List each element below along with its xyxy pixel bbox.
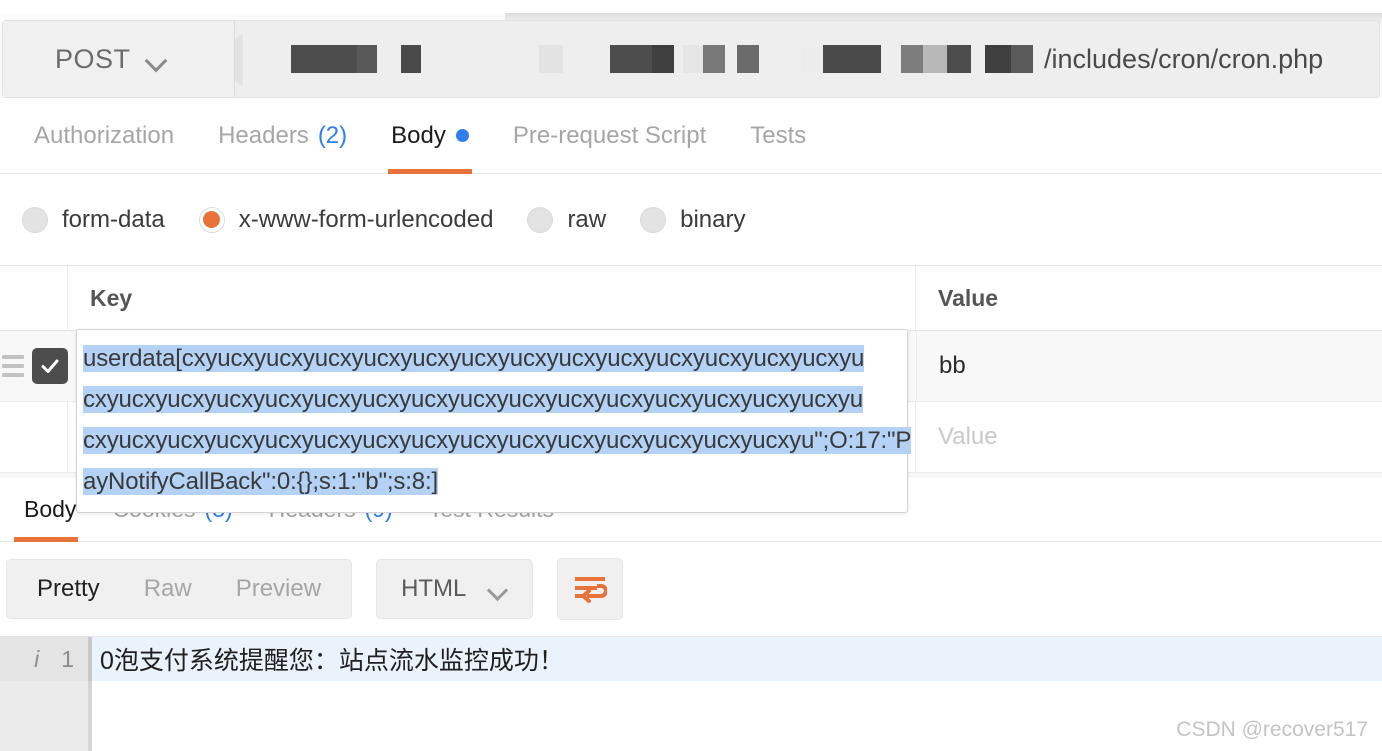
tab-body[interactable]: Body [369,98,491,174]
radio-form-data-label: form-data [62,205,165,233]
key-editor-line-1-text: userdata[cxyucxyucxyucxyucxyucxyucxyucxy… [83,345,865,372]
word-wrap-icon [575,577,608,603]
row-controls [0,331,68,401]
url-redacted-block [652,45,674,73]
url-redacted-block [947,45,971,73]
row-controls-empty [0,402,68,472]
request-url-bar: POST /includes/cron/cron.php [0,13,1382,98]
radio-raw[interactable]: raw [527,206,606,234]
tab-headers-label: Headers [218,121,309,149]
url-redacted-block [985,45,1011,73]
url-bar-container: POST /includes/cron/cron.php [2,20,1380,98]
code-gutter: i 1 [0,637,88,751]
body-mode-radio-group: form-data x-www-form-urlencoded raw bina… [0,174,1382,266]
drag-handle-icon[interactable] [2,355,24,377]
tab-pre-request-script-label: Pre-request Script [512,121,707,149]
key-editor-line-1: userdata[cxyucxyucxyucxyucxyucxyucxyucxy… [83,338,901,379]
tab-body-label: Body [391,121,446,149]
key-editor-line-2-text: cxyucxyucxyucxyucxyucxyucxyucxyucxyucxyu… [83,386,863,413]
body-modified-dot-icon [455,129,469,142]
url-redacted-block [823,45,881,73]
info-icon: i [34,645,40,672]
key-text-editor[interactable]: userdata[cxyucxyucxyucxyucxyucxyucxyucxy… [76,329,911,513]
view-raw-button[interactable]: Raw [122,560,214,618]
row-value-cell[interactable]: bb [916,331,1382,401]
response-body-viewer: i 1 0泡支付系统提醒您：站点流水监控成功！ [0,636,1382,751]
table-header-row: Key Value [0,266,1382,331]
tab-tests-label: Tests [750,121,807,149]
url-redacted-block [291,45,357,73]
http-method-selector[interactable]: POST [3,21,235,97]
response-view-switcher: Pretty Raw Preview [6,559,353,619]
url-redacted-block [357,45,377,73]
table-header-gutter [0,266,68,330]
url-redacted-block [1011,45,1033,73]
radio-x-www-form-urlencoded-label: x-www-form-urlencoded [238,205,494,233]
key-editor-line-3-text: cxyucxyucxyucxyucxyucxyucxyucxyucxyucxyu… [83,427,912,454]
url-field-cap [235,35,243,85]
view-pretty-button[interactable]: Pretty [15,560,122,618]
tab-pre-request-script[interactable]: Pre-request Script [491,98,728,174]
checkmark-icon [41,359,59,373]
response-tab-body-label: Body [24,496,77,522]
key-editor-line-3: cxyucxyucxyucxyucxyucxyucxyucxyucxyucxyu… [83,420,911,461]
radio-binary[interactable]: binary [640,206,745,234]
chevron-down-icon [147,53,169,66]
url-redacted-block [801,45,823,73]
url-redacted-block [683,45,703,73]
response-body-line: 0泡支付系统提醒您：站点流水监控成功！ [88,637,1382,681]
line-number: 1 [61,645,74,672]
column-header-value: Value [938,284,999,311]
url-redacted-block [737,45,759,73]
row-value-cell-empty[interactable]: Value [916,402,1382,472]
tab-authorization[interactable]: Authorization [12,98,196,174]
url-redacted-block [539,45,563,73]
url-redacted-block [610,45,652,73]
request-tabs: Authorization Headers (2) Body Pre-reque… [0,98,1382,174]
view-preview-button[interactable]: Preview [214,560,343,618]
radio-raw-label: raw [567,205,607,233]
radio-form-data[interactable]: form-data [22,206,165,234]
code-gutter-row: i 1 [0,637,88,681]
url-redacted-block [401,45,421,73]
response-format-label: HTML [401,575,467,602]
row-enabled-checkbox[interactable] [32,348,68,384]
radio-binary-label: binary [680,205,746,233]
radio-x-www-form-urlencoded-dot-icon [198,206,225,233]
url-redacted-host [263,45,1038,73]
url-input[interactable]: /includes/cron/cron.php [235,21,1379,97]
key-editor-line-2: cxyucxyucxyucxyucxyucxyucxyucxyucxyucxyu… [83,379,901,420]
key-editor-line-4-text: ayNotifyCallBack":0:{};s:1:"b";s:8:] [83,468,438,495]
radio-binary-dot-icon [640,206,667,233]
tab-authorization-label: Authorization [34,121,175,149]
tab-tests[interactable]: Tests [728,98,828,174]
radio-x-www-form-urlencoded[interactable]: x-www-form-urlencoded [198,205,494,234]
url-path-text: /includes/cron/cron.php [1044,43,1324,74]
key-editor-line-4: ayNotifyCallBack":0:{};s:1:"b";s:8:] [83,461,901,502]
http-method-label: POST [55,43,131,74]
response-format-select[interactable]: HTML [376,559,534,619]
url-redacted-block [703,45,725,73]
tab-headers[interactable]: Headers (2) [196,98,369,174]
url-redacted-block [901,45,923,73]
response-toolbar: Pretty Raw Preview HTML [0,542,1382,636]
word-wrap-button[interactable] [557,558,624,620]
radio-form-data-dot-icon [22,206,48,233]
watermark: CSDN @recover517 [1176,718,1368,741]
url-redacted-block [923,45,947,73]
radio-raw-dot-icon [527,206,554,233]
column-header-key: Key [68,266,916,330]
tab-headers-count: (2) [317,121,348,149]
chevron-down-icon [488,583,508,595]
